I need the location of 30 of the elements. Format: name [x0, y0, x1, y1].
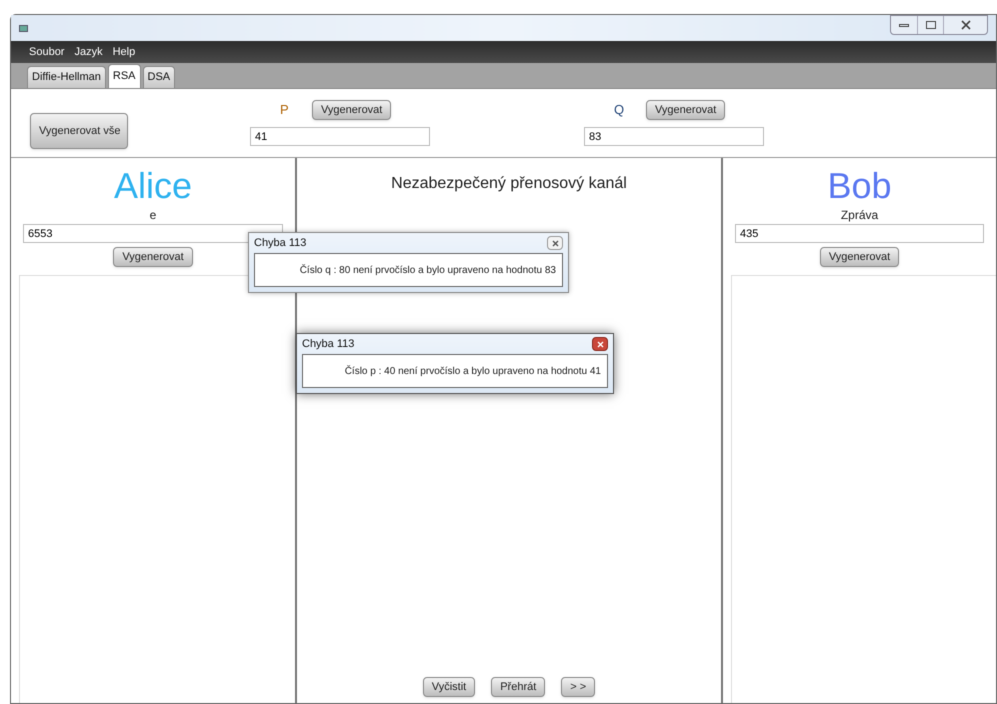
channel-button[interactable]: > >: [561, 677, 596, 697]
param-label: Q: [614, 101, 626, 120]
app-icon: [19, 24, 28, 32]
param-label: P: [280, 101, 290, 120]
param-field[interactable]: 41: [250, 127, 430, 146]
field-label: Zpráva: [840, 207, 878, 224]
menu-item[interactable]: Soubor: [29, 44, 64, 60]
person-name: Alice: [114, 166, 192, 206]
menu-item[interactable]: Jazyk: [74, 44, 103, 60]
generate-button[interactable]: Vygenerovat: [113, 247, 193, 267]
tab[interactable]: Diffie-Hellman: [27, 66, 106, 88]
person-name: Bob: [827, 166, 892, 206]
dialog-title: Chyba 113: [302, 336, 354, 352]
generate-button[interactable]: Vygenerovat: [820, 247, 900, 267]
close-icon[interactable]: [547, 236, 563, 250]
tab[interactable]: DSA: [142, 66, 176, 88]
generate-button[interactable]: Vygenerovat: [312, 100, 392, 120]
dialog-message: Číslo p : 40 není prvočíslo a bylo upraveno na hodnotu 41: [344, 364, 601, 378]
value-field[interactable]: 435: [735, 224, 984, 243]
field-label: e: [150, 207, 156, 224]
menu-item[interactable]: Help: [112, 44, 136, 60]
tab[interactable]: RSA: [108, 64, 140, 88]
generate-all-button[interactable]: Vygenerovat vše: [30, 113, 128, 149]
generate-button[interactable]: Vygenerovat: [646, 100, 726, 120]
channel-title: Nezabezpečený přenosový kanál: [391, 174, 627, 194]
channel-button[interactable]: Vyčistit: [422, 677, 476, 697]
param-field[interactable]: 83: [584, 127, 764, 146]
dialog-message: Číslo q : 80 není prvočíslo a bylo upraveno na hodnotu 83: [300, 263, 556, 278]
channel-button[interactable]: Přehrát: [491, 677, 546, 697]
close-icon[interactable]: [592, 337, 608, 351]
